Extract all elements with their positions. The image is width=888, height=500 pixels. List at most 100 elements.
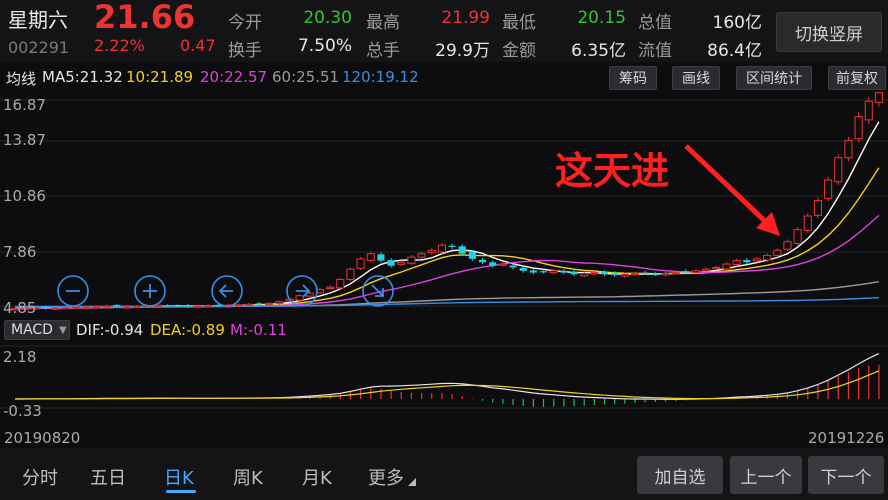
candle-body (682, 271, 690, 273)
stat-value-turnover: 7.50% (297, 36, 352, 56)
previous-stock-button[interactable]: 上一个 (730, 456, 802, 494)
tab-weekly-k[interactable]: 周K (233, 464, 263, 490)
y-tick-label: 4.85 (3, 299, 37, 317)
candle-body (387, 260, 395, 266)
switch-portrait-button[interactable]: 切换竖屏 (776, 12, 882, 52)
candle-body (712, 266, 721, 270)
ma60-value: 60:25.51 (272, 68, 340, 86)
candle-body (437, 244, 446, 253)
stat-label-market-cap: 总值 (638, 13, 672, 33)
change-percent: 2.22% (94, 36, 145, 55)
stock-code: 002291 (8, 38, 70, 57)
adjust-mode-button[interactable]: 前复权 (828, 66, 886, 90)
stat-value-float-cap: 86.4亿 (707, 41, 762, 61)
candle-body (630, 272, 640, 276)
candle-body (102, 305, 111, 308)
tab-five-day[interactable]: 五日 (90, 464, 126, 490)
candle-body (174, 305, 182, 307)
stat-label-amount: 金额 (502, 41, 536, 61)
chip-distribution-button[interactable]: 筹码 (609, 66, 657, 90)
macd-chart[interactable] (0, 342, 888, 426)
tab-more[interactable]: 更多 (368, 464, 404, 490)
candle-body (752, 258, 762, 262)
candle-body (549, 270, 558, 274)
y-tick-label: 10.86 (3, 187, 46, 205)
macd-y-tick: 2.18 (3, 348, 37, 366)
candle-body (458, 246, 466, 254)
y-tick-label: 16.87 (3, 96, 46, 114)
stat-label-low: 最低 (502, 13, 536, 33)
candle-body (824, 179, 833, 199)
candle-body (92, 306, 101, 309)
stock-name: 星期六 (8, 8, 68, 32)
candle-body (793, 229, 802, 245)
candle-body (732, 260, 741, 266)
arrow-right-icon[interactable] (285, 274, 319, 308)
candle-body (468, 252, 476, 259)
candle-body (356, 258, 365, 269)
stat-label-open: 今开 (228, 13, 262, 33)
current-price: 21.66 (94, 0, 196, 36)
draw-line-button[interactable]: 画线 (672, 66, 720, 90)
candle-body (874, 92, 883, 103)
candle-body (427, 249, 436, 254)
ma20-value: 20:22.57 (200, 68, 268, 86)
range-stats-button[interactable]: 区间统计 (736, 66, 812, 90)
candle-body (519, 267, 527, 271)
more-dropdown-icon (408, 478, 416, 486)
candle-body (702, 268, 711, 272)
candle-body (397, 261, 406, 265)
candle-body (498, 263, 507, 266)
candle-body (834, 157, 843, 183)
macd-m: M:-0.11 (230, 321, 287, 339)
plus-icon[interactable] (133, 274, 167, 308)
active-tab-indicator (166, 490, 196, 493)
ma120-value: 120:19.12 (342, 68, 419, 86)
candle-body (193, 305, 203, 308)
tab-monthly-k[interactable]: 月K (302, 464, 332, 490)
add-watchlist-button[interactable]: 加自选 (637, 456, 723, 494)
candle-body (326, 286, 335, 290)
arrow-down-right-icon[interactable] (361, 274, 395, 308)
candle-body (479, 259, 487, 263)
candle-body (590, 272, 599, 275)
candle-body (773, 249, 782, 256)
macd-dif-line (15, 353, 880, 400)
stat-value-open: 20.30 (303, 8, 352, 28)
stat-label-float-cap: 流值 (638, 41, 672, 61)
x-axis-end-date: 20191226 (808, 429, 885, 447)
minus-icon[interactable] (56, 274, 90, 308)
macd-dif: DIF:-0.94 (76, 321, 144, 339)
candle-body (743, 260, 751, 263)
candle-body (661, 272, 670, 276)
candle-body (641, 272, 649, 274)
candle-body (580, 272, 589, 277)
candle-body (255, 303, 263, 305)
macd-dea-line (15, 370, 880, 400)
candle-body (783, 241, 792, 250)
macd-dea: DEA:-0.89 (150, 321, 225, 339)
tab-intraday[interactable]: 分时 (22, 464, 58, 490)
candle-body (539, 271, 548, 273)
y-tick-label: 7.86 (3, 243, 37, 261)
stat-value-market-cap: 160亿 (712, 13, 762, 33)
x-axis-start-date: 20190820 (4, 429, 81, 447)
candle-body (763, 254, 772, 261)
candle-body (113, 305, 121, 307)
tab-daily-k[interactable]: 日K (164, 464, 194, 490)
candle-body (265, 302, 274, 306)
arrow-left-icon[interactable] (210, 274, 244, 308)
candle-body (407, 256, 416, 264)
candle-body (51, 307, 60, 310)
candle-body (691, 270, 701, 274)
indicator-select-value: MACD (11, 322, 53, 338)
candle-body (42, 306, 50, 309)
macd-y-tick: -0.33 (3, 402, 42, 420)
ma-title: 均线 (6, 70, 37, 88)
y-tick-label: 13.87 (3, 131, 46, 149)
indicator-select[interactable]: MACD ▼ (4, 320, 70, 340)
candle-body (864, 100, 873, 121)
candle-body (417, 253, 426, 258)
candle-body (813, 200, 822, 216)
next-stock-button[interactable]: 下一个 (808, 456, 884, 494)
